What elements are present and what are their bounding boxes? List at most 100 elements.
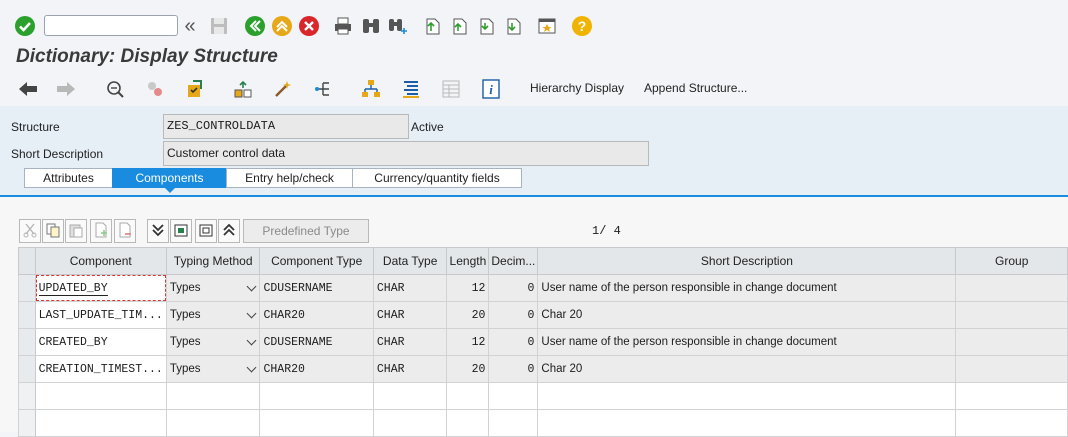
hierarchy-icon[interactable] — [360, 79, 382, 99]
last-page-icon[interactable] — [502, 15, 524, 37]
exit-icon[interactable] — [271, 15, 293, 37]
empty-cell[interactable] — [34, 382, 167, 410]
hierarchy-display-button[interactable]: Hierarchy Display — [530, 81, 624, 95]
length-cell[interactable]: 12 — [446, 328, 490, 356]
empty-cell[interactable] — [165, 382, 261, 410]
data-type-cell[interactable]: CHAR — [372, 274, 448, 302]
typing-method-dropdown[interactable]: Types — [165, 301, 261, 329]
empty-cell[interactable] — [372, 382, 448, 410]
short-description-cell[interactable]: Char 20 — [537, 355, 957, 383]
previous-page-icon[interactable] — [448, 15, 470, 37]
row-selector[interactable] — [18, 409, 36, 437]
empty-cell[interactable] — [34, 409, 167, 437]
column-header-short-description[interactable]: Short Description — [537, 247, 957, 275]
typing-method-dropdown[interactable]: Types — [165, 328, 261, 356]
empty-cell[interactable] — [259, 409, 374, 437]
column-header-length[interactable]: Length — [446, 247, 490, 275]
component-type-cell[interactable]: CHAR20 — [259, 301, 374, 329]
cut-button[interactable] — [19, 219, 41, 243]
back-arrow-icon[interactable] — [17, 79, 39, 99]
empty-cell[interactable] — [537, 409, 957, 437]
object-list-icon[interactable] — [312, 79, 334, 99]
find-icon[interactable] — [360, 15, 382, 37]
row-selector[interactable] — [18, 328, 36, 356]
tab-components[interactable]: Components — [112, 168, 226, 193]
decimals-cell[interactable]: 0 — [488, 274, 539, 302]
print-icon[interactable] — [332, 15, 354, 37]
save-icon[interactable] — [208, 15, 230, 37]
typing-method-dropdown[interactable]: Types — [165, 274, 261, 302]
row-selector-header[interactable] — [18, 247, 36, 275]
empty-cell[interactable] — [488, 382, 539, 410]
short-description-cell[interactable]: User name of the person responsible in c… — [537, 274, 957, 302]
check-icon[interactable] — [14, 15, 36, 37]
structure-field[interactable]: ZES_CONTROLDATA — [163, 114, 409, 139]
component-cell[interactable]: LAST_UPDATE_TIM... — [34, 301, 167, 329]
empty-cell[interactable] — [955, 409, 1068, 437]
select-all-button[interactable] — [170, 219, 192, 243]
decimals-cell[interactable]: 0 — [488, 355, 539, 383]
history-icon[interactable]: « — [182, 15, 198, 37]
typing-method-dropdown[interactable]: Types — [165, 355, 261, 383]
tab-entry-help-check[interactable]: Entry help/check — [226, 168, 352, 188]
empty-cell[interactable] — [446, 382, 490, 410]
delete-row-button[interactable] — [114, 219, 136, 243]
empty-cell[interactable] — [165, 409, 261, 437]
find-next-icon[interactable] — [386, 15, 408, 37]
insert-row-button[interactable] — [90, 219, 112, 243]
group-cell[interactable] — [955, 355, 1068, 383]
group-cell[interactable] — [955, 274, 1068, 302]
column-header-group[interactable]: Group — [955, 247, 1068, 275]
empty-cell[interactable] — [372, 409, 448, 437]
length-cell[interactable]: 20 — [446, 301, 490, 329]
help-icon[interactable]: ? — [571, 15, 593, 37]
empty-cell[interactable] — [488, 409, 539, 437]
where-used-icon[interactable] — [272, 79, 294, 99]
empty-cell[interactable] — [259, 382, 374, 410]
display-change-icon[interactable] — [104, 79, 126, 99]
component-cell[interactable]: CREATED_BY — [34, 328, 167, 356]
row-selector[interactable] — [18, 355, 36, 383]
next-page-icon[interactable] — [475, 15, 497, 37]
activate-icon[interactable] — [232, 79, 254, 99]
data-type-cell[interactable]: CHAR — [372, 355, 448, 383]
component-cell[interactable]: UPDATED_BY — [34, 274, 167, 302]
tab-currency-quantity-fields[interactable]: Currency/quantity fields — [352, 168, 522, 188]
empty-cell[interactable] — [537, 382, 957, 410]
append-structure-button[interactable]: Append Structure... — [644, 81, 747, 95]
object-overview-icon[interactable] — [400, 79, 422, 99]
length-cell[interactable]: 20 — [446, 355, 490, 383]
empty-cell[interactable] — [446, 409, 490, 437]
collapse-button[interactable] — [218, 219, 240, 243]
group-cell[interactable] — [955, 328, 1068, 356]
row-selector[interactable] — [18, 274, 36, 302]
short-description-cell[interactable]: User name of the person responsible in c… — [537, 328, 957, 356]
group-cell[interactable] — [955, 301, 1068, 329]
component-type-cell[interactable]: CDUSERNAME — [259, 274, 374, 302]
column-header-component[interactable]: Component — [34, 247, 167, 275]
tab-attributes[interactable]: Attributes — [24, 168, 112, 188]
row-selector[interactable] — [18, 301, 36, 329]
column-header-data-type[interactable]: Data Type — [372, 247, 448, 275]
short-description-cell[interactable]: Char 20 — [537, 301, 957, 329]
empty-cell[interactable] — [955, 382, 1068, 410]
data-type-cell[interactable]: CHAR — [372, 301, 448, 329]
column-header-component-type[interactable]: Component Type — [259, 247, 374, 275]
decimals-cell[interactable]: 0 — [488, 328, 539, 356]
info-icon[interactable]: i — [480, 79, 502, 99]
cancel-icon[interactable] — [298, 15, 320, 37]
decimals-cell[interactable]: 0 — [488, 301, 539, 329]
predefined-type-button[interactable]: Predefined Type — [243, 219, 369, 243]
length-cell[interactable]: 12 — [446, 274, 490, 302]
deselect-all-button[interactable] — [195, 219, 217, 243]
paste-button[interactable] — [65, 219, 87, 243]
column-header-decimals[interactable]: Decim... — [488, 247, 539, 275]
command-field[interactable] — [44, 15, 178, 36]
copy-button[interactable] — [42, 219, 64, 243]
check-object-icon[interactable] — [184, 79, 206, 99]
row-selector[interactable] — [18, 382, 36, 410]
data-type-cell[interactable]: CHAR — [372, 328, 448, 356]
component-type-cell[interactable]: CDUSERNAME — [259, 328, 374, 356]
back-icon[interactable] — [244, 15, 266, 37]
column-header-typing-method[interactable]: Typing Method — [165, 247, 261, 275]
